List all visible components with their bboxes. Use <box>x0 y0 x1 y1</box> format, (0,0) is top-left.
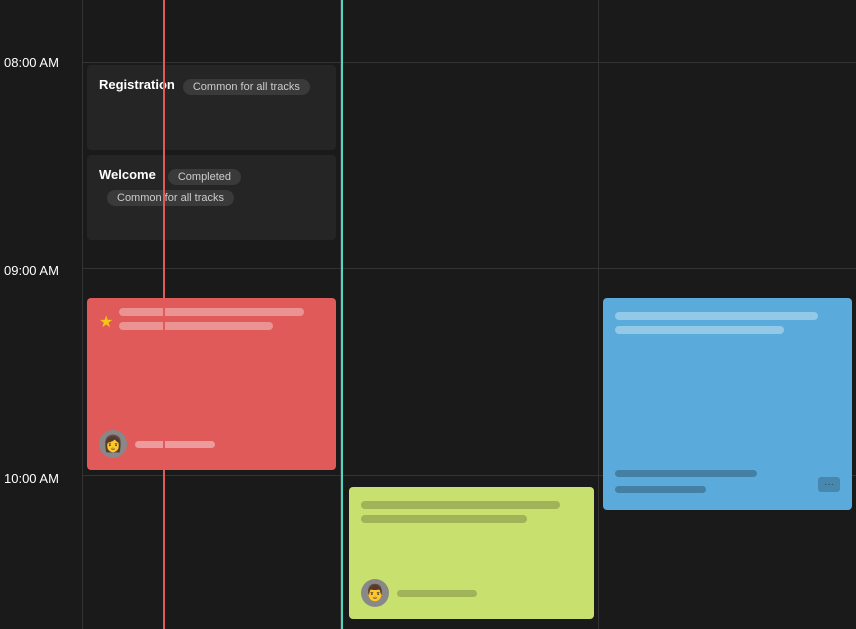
green-subtitle-line <box>361 515 527 523</box>
green-speaker-row: 👨 <box>361 579 477 607</box>
time-label-8am: 08:00 AM <box>4 55 59 70</box>
red-accent-line <box>163 0 165 629</box>
badge-common-all-2: Common for all tracks <box>107 190 234 206</box>
blue-info-line2 <box>615 486 706 493</box>
tracks-area: Registration Common for all tracks Welco… <box>82 0 856 629</box>
badge-completed: Completed <box>168 169 241 185</box>
red-speaker-label <box>135 441 215 448</box>
time-label-10am: 10:00 AM <box>4 471 59 486</box>
time-label-9am: 09:00 AM <box>4 263 59 278</box>
registration-event[interactable]: Registration Common for all tracks <box>87 65 336 150</box>
blue-title-line <box>615 312 818 320</box>
track-column-2: 👨 <box>340 0 598 629</box>
green-session-event[interactable]: 👨 <box>349 487 594 619</box>
track-column-3: ··· <box>598 0 856 629</box>
red-speaker-avatar: 👩 <box>99 430 127 458</box>
teal-accent-line <box>341 0 343 629</box>
welcome-title: Welcome <box>99 167 156 182</box>
welcome-event[interactable]: Welcome Completed Common for all tracks <box>87 155 336 240</box>
red-session-event[interactable]: ★ 👩 <box>87 298 336 470</box>
green-title-line <box>361 501 560 509</box>
badge-common-all: Common for all tracks <box>183 79 310 95</box>
star-icon: ★ <box>99 312 113 332</box>
blue-session-event[interactable]: ··· <box>603 298 852 510</box>
schedule-container: 08:00 AM 09:00 AM 10:00 AM Registration … <box>0 0 856 629</box>
red-speaker-row: 👩 <box>99 430 215 458</box>
blue-badge: ··· <box>818 477 840 492</box>
time-column: 08:00 AM 09:00 AM 10:00 AM <box>0 0 82 629</box>
red-title-line <box>119 308 303 316</box>
blue-subtitle-line <box>615 326 784 334</box>
track-column-1: Registration Common for all tracks Welco… <box>82 0 340 629</box>
green-speaker-label <box>397 590 477 597</box>
green-speaker-avatar: 👨 <box>361 579 389 607</box>
red-subtitle-line <box>119 322 272 330</box>
blue-info-line1 <box>615 470 757 477</box>
